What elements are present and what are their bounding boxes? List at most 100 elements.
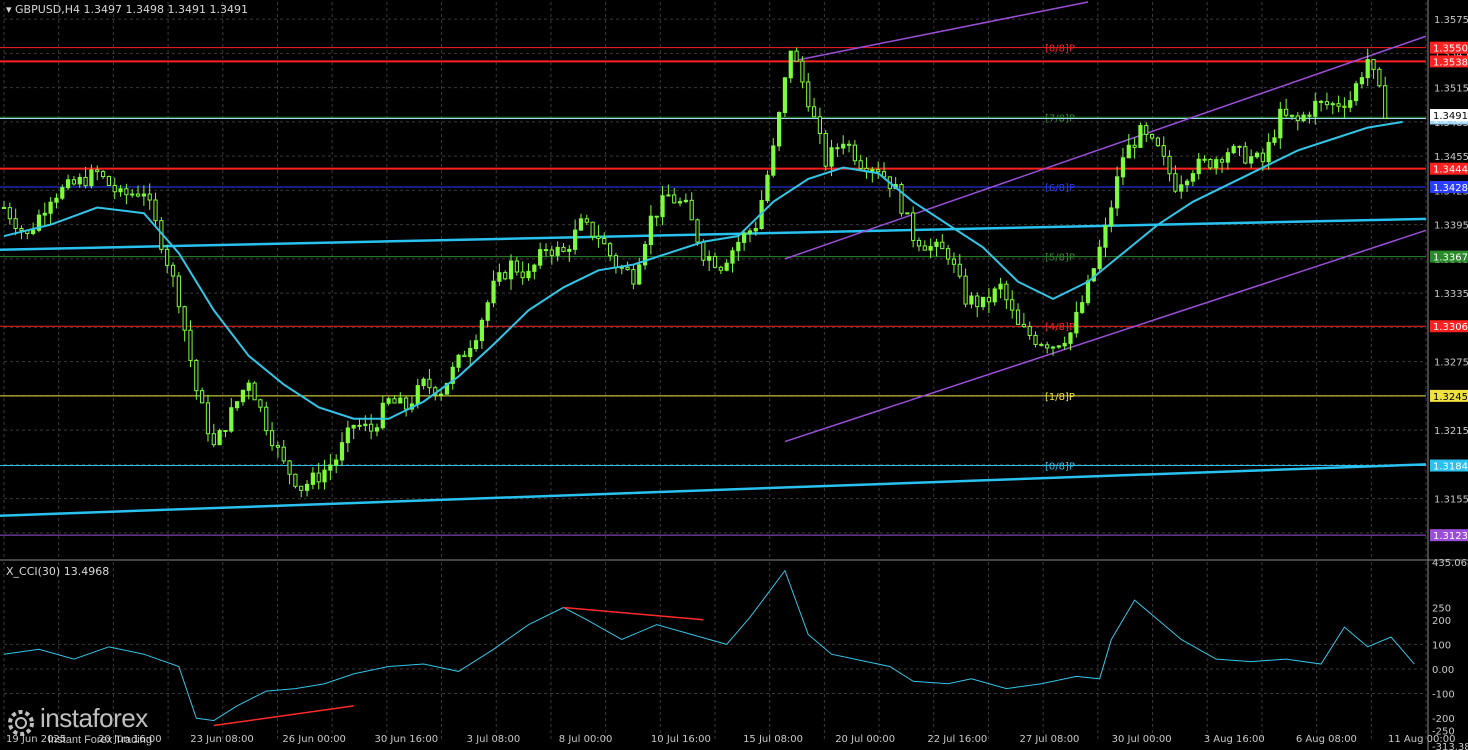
candle-body (811, 106, 817, 118)
time-tick-label: 3 Aug 16:00 (1204, 734, 1265, 745)
candle-body (905, 212, 910, 215)
candle-body (334, 459, 339, 466)
candle-body (724, 262, 729, 271)
candle-body (54, 197, 59, 203)
candle-body (940, 241, 945, 250)
candle-body (60, 187, 65, 199)
dropdown-triangle-icon[interactable]: ▾ (6, 3, 12, 16)
candle-body (275, 445, 281, 448)
candle-body (573, 229, 578, 250)
price-tick-label: 1.3155 (1434, 495, 1468, 506)
price-tag-label: 1.3123 (1433, 531, 1468, 542)
candle-body (31, 229, 36, 235)
candle-body (1085, 280, 1091, 304)
candle-body (252, 382, 257, 401)
time-tick-label: 22 Jul 16:00 (927, 734, 987, 745)
candle-body (1237, 145, 1242, 148)
candle-body (66, 179, 71, 189)
candle-body (1359, 77, 1364, 85)
candle-body (555, 246, 560, 256)
time-tick-label: 6 Aug 08:00 (1296, 734, 1357, 745)
candle-body (258, 399, 263, 408)
candle-body (718, 266, 723, 271)
current-price-tag: 1.3491 (1433, 111, 1468, 122)
candle-body (1214, 159, 1219, 169)
brand-tagline: Instant Forex Trading (48, 733, 152, 746)
candle-body (975, 295, 980, 308)
candle-body (392, 398, 397, 404)
candle-body (969, 295, 974, 305)
candle-body (648, 215, 653, 246)
price-tag-label: 1.3367 (1433, 253, 1468, 264)
price-tick-label: 1.3215 (1434, 426, 1468, 437)
candle-body (1173, 173, 1178, 192)
candle-body (1126, 144, 1131, 159)
candle-body (48, 201, 53, 214)
candle-body (1045, 344, 1050, 349)
candle-body (707, 255, 712, 261)
murray-level-name: [0/8]P (1045, 462, 1075, 473)
candle-body (1301, 114, 1306, 122)
cci-tick-label: -250 (1432, 726, 1455, 737)
candle-body (438, 393, 444, 396)
candle-body (369, 423, 374, 432)
candle-body (1330, 103, 1335, 106)
candle-body (1155, 137, 1161, 147)
candle-body (846, 143, 852, 146)
candle-body (835, 147, 840, 150)
cci-tick-label: -200 (1432, 714, 1455, 725)
price-tag-label: 1.3306 (1433, 322, 1468, 333)
price-tag-label: 1.3538 (1433, 57, 1468, 68)
candle-body (322, 469, 327, 483)
candle-body (287, 460, 292, 475)
murray-level-name: [4/8]P (1045, 322, 1075, 333)
candle-body (736, 241, 741, 252)
candle-body (549, 249, 554, 256)
candle-body (77, 176, 82, 185)
candle-body (911, 212, 916, 241)
candle-body (858, 160, 863, 169)
candle-body (1202, 158, 1207, 161)
candle-body (182, 306, 187, 331)
time-tick-label: 30 Jun 16:00 (375, 734, 439, 745)
candle-body (345, 427, 350, 444)
candle-body (374, 427, 380, 432)
candle-body (1377, 68, 1382, 87)
candle-body (1167, 155, 1172, 175)
chart-canvas[interactable]: 1.35751.35451.35151.34851.34551.34251.33… (0, 0, 1468, 750)
candle-body (607, 243, 613, 257)
candle-body (170, 264, 176, 277)
candle-body (1080, 302, 1085, 313)
time-tick-label: 23 Jun 08:00 (190, 734, 254, 745)
cci-tick-label: -100 (1432, 690, 1455, 701)
time-tick-label: 30 Jul 00:00 (1112, 734, 1172, 745)
price-tag-label: 1.3444 (1433, 165, 1468, 176)
cci-tick-label: 200 (1432, 616, 1451, 627)
candle-body (567, 248, 572, 252)
candle-body (89, 169, 94, 187)
candle-body (806, 81, 811, 108)
candle-body (980, 296, 986, 308)
candle-body (229, 407, 234, 432)
price-tick-label: 1.3275 (1434, 358, 1468, 369)
price-tag-label: 1.3184 (1433, 462, 1468, 473)
cci-tick-label: 435.0684 (1432, 558, 1468, 569)
candle-body (526, 270, 531, 279)
candle-body (695, 219, 700, 243)
time-tick-label: 20 Jul 00:00 (835, 734, 895, 745)
candle-body (310, 472, 315, 485)
candle-body (141, 193, 146, 197)
candle-body (637, 264, 642, 285)
candle-body (677, 201, 683, 204)
candle-body (841, 143, 846, 149)
candle-body (986, 296, 992, 303)
candle-body (281, 446, 286, 462)
candle-body (1336, 103, 1341, 107)
candle-body (771, 145, 776, 176)
candle-body (1371, 59, 1376, 70)
candle-body (1313, 100, 1318, 117)
candle-body (194, 359, 199, 392)
instaforex-logo: instaforex Instant Forex Trading (6, 703, 152, 746)
candle-body (998, 283, 1003, 290)
candle-body (503, 272, 508, 280)
